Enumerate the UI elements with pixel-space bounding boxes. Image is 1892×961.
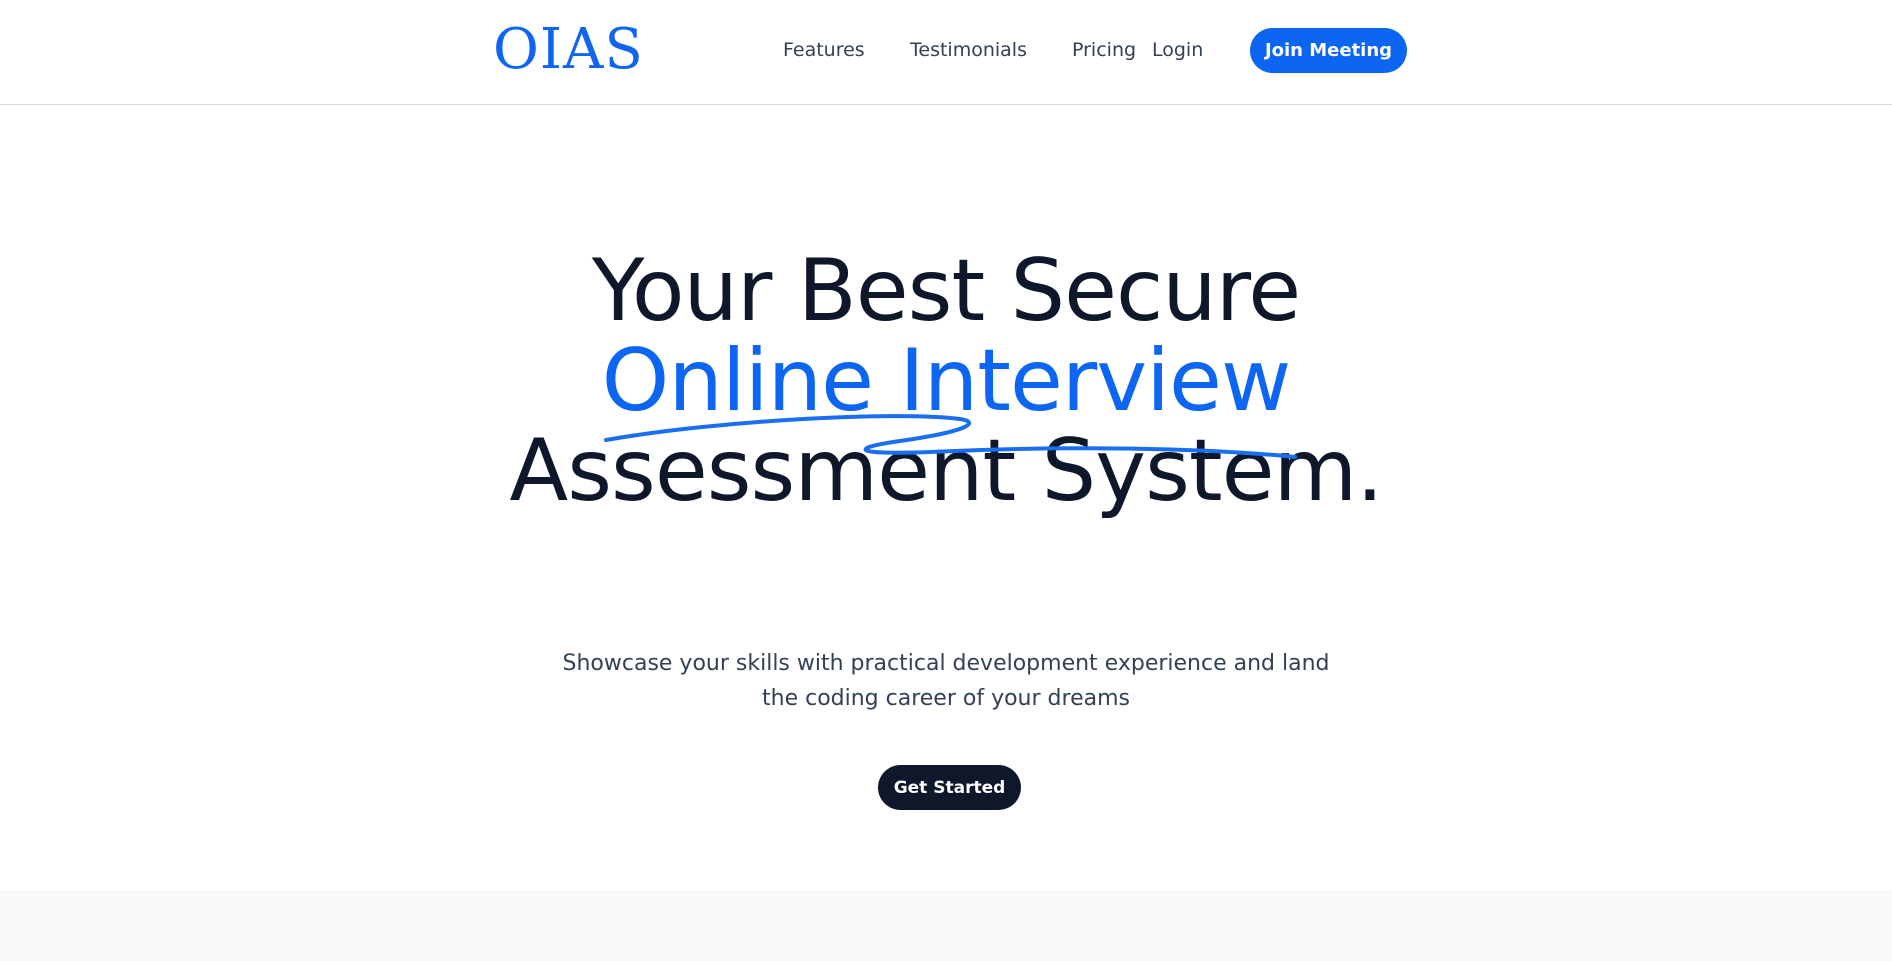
site-header: OIAS Features Testimonials Pricing Login…	[0, 0, 1892, 105]
nav-link-features[interactable]: Features	[783, 37, 865, 63]
join-meeting-button[interactable]: Join Meeting	[1250, 28, 1407, 73]
logo[interactable]: OIAS	[493, 18, 644, 82]
hero-subtitle: Showcase your skills with practical deve…	[562, 651, 1330, 711]
nav-link-login[interactable]: Login	[1152, 37, 1203, 63]
hero-title: Your Best Secure Online Interview Assess…	[0, 246, 1892, 516]
squiggle-underline-decoration	[604, 414, 1297, 459]
next-section-band	[0, 890, 1892, 961]
get-started-button[interactable]: Get Started	[878, 765, 1021, 810]
nav-link-testimonials[interactable]: Testimonials	[910, 37, 1027, 63]
hero-title-line-1: Your Best Secure	[591, 241, 1301, 341]
nav-link-pricing[interactable]: Pricing	[1072, 37, 1136, 63]
